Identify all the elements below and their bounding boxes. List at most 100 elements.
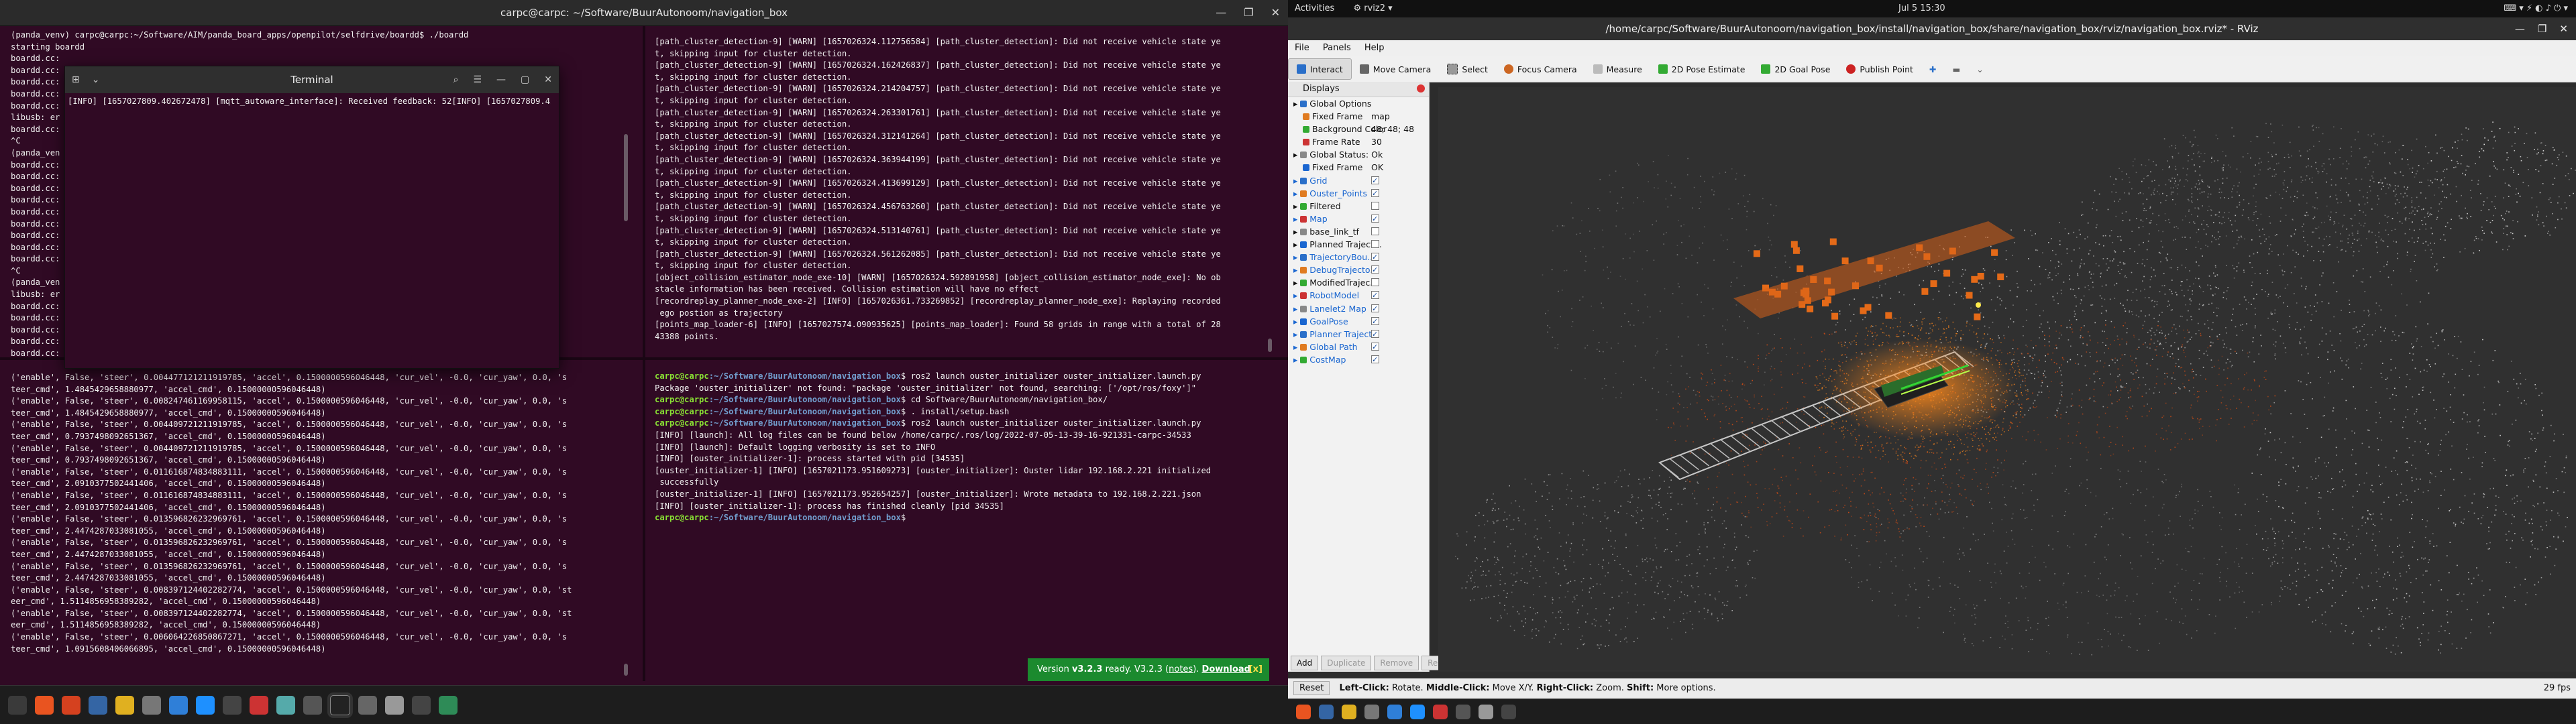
app-icon[interactable] — [1342, 704, 1356, 719]
expand-arrow-icon[interactable]: ▸ — [1293, 355, 1300, 365]
display-enable-checkbox[interactable] — [1371, 263, 1379, 276]
window-controls[interactable]: — ❐ ✕ — [2515, 17, 2568, 40]
display-item[interactable]: ▸ RobotModel — [1288, 289, 1429, 302]
app-icon[interactable] — [1296, 704, 1311, 719]
remove-button[interactable]: Remove — [1374, 656, 1419, 670]
display-item[interactable]: ▸ Global Status: Ok — [1288, 148, 1429, 161]
floating-terminal-output[interactable]: [INFO] [1657027809.402672478] [mqtt_auto… — [68, 96, 551, 364]
floating-terminal-window[interactable]: ⊞ ⌄ Terminal ⌕ ☰ — ▢ ✕ [INFO] [165702780… — [64, 66, 559, 369]
display-item[interactable]: ▸ TrajectoryBou... — [1288, 251, 1429, 263]
add-button[interactable]: Add — [1291, 656, 1319, 670]
display-item[interactable]: ▸ Global Path — [1288, 341, 1429, 353]
expand-arrow-icon[interactable]: ▸ — [1293, 239, 1300, 249]
expand-arrow-icon[interactable]: ▸ — [1293, 214, 1300, 224]
maximize-icon[interactable]: ❐ — [1244, 0, 1253, 25]
expand-arrow-icon[interactable]: ▸ — [1293, 176, 1300, 186]
display-enable-checkbox[interactable] — [1371, 278, 1379, 287]
app-icon[interactable] — [1410, 704, 1425, 719]
close-icon[interactable]: ✕ — [544, 66, 552, 93]
display-item[interactable]: Fixed Frame map — [1288, 110, 1429, 123]
app-icon[interactable] — [330, 695, 350, 715]
menu-icon[interactable]: ☰ — [473, 66, 482, 93]
close-icon[interactable]: ✕ — [1271, 0, 1280, 25]
expand-arrow-icon[interactable]: ▸ — [1293, 149, 1300, 160]
app-icon[interactable] — [385, 695, 404, 715]
display-enable-checkbox[interactable] — [1371, 187, 1379, 200]
display-item-value[interactable]: map — [1371, 110, 1390, 123]
expand-arrow-icon[interactable]: ▸ — [1293, 252, 1300, 262]
display-item[interactable]: ▸ Ouster_Points — [1288, 187, 1429, 200]
display-item-value[interactable]: 30 — [1371, 135, 1382, 148]
display-item[interactable]: ▸ Planned Traject... — [1288, 238, 1429, 251]
rviz-titlebar[interactable]: /home/carpc/Software/BuurAutonoom/naviga… — [1288, 17, 2576, 40]
scrollbar[interactable] — [624, 134, 628, 221]
display-enable-checkbox[interactable] — [1371, 251, 1379, 263]
display-item[interactable]: ▸ ModifiedTrajec... — [1288, 276, 1429, 289]
tool-measure[interactable]: Measure — [1585, 59, 1650, 79]
display-enable-checkbox[interactable] — [1371, 353, 1379, 366]
tool-interact[interactable]: Interact — [1288, 58, 1352, 80]
pane-divider-right[interactable] — [645, 357, 1288, 360]
app-icon[interactable] — [223, 695, 241, 715]
activities-button[interactable]: Activities — [1295, 3, 1334, 13]
close-panel-icon[interactable] — [1417, 84, 1425, 93]
menu-file[interactable]: File — [1295, 43, 1309, 53]
app-icon[interactable] — [62, 695, 80, 715]
terminal-window-titlebar[interactable]: carpc@carpc: ~/Software/BuurAutonoom/nav… — [0, 0, 1288, 26]
maximize-icon[interactable]: ▢ — [521, 66, 529, 93]
rviz-app-menu[interactable]: ⚙ rviz2 ▾ — [1353, 3, 1392, 13]
toast-close-button[interactable]: [x] — [1249, 658, 1263, 681]
display-enable-checkbox[interactable] — [1371, 341, 1379, 353]
expand-arrow-icon[interactable]: ▸ — [1293, 316, 1300, 326]
expand-arrow-icon[interactable]: ▸ — [1293, 265, 1300, 275]
app-icon[interactable] — [196, 695, 215, 715]
display-item[interactable]: Fixed Frame OK — [1288, 161, 1429, 174]
minimize-icon[interactable]: — — [1216, 0, 1226, 25]
tool-publish-point[interactable]: Publish Point — [1838, 59, 1921, 79]
tool-select[interactable]: Select — [1439, 59, 1496, 79]
reset-button[interactable]: Reset — [1293, 681, 1330, 695]
display-enable-checkbox[interactable] — [1371, 302, 1379, 315]
app-icon[interactable] — [250, 695, 268, 715]
tool-2d-pose-estimate[interactable]: 2D Pose Estimate — [1650, 59, 1754, 79]
expand-arrow-icon[interactable]: ▸ — [1293, 188, 1300, 198]
display-item[interactable]: ▸ base_link_tf — [1288, 225, 1429, 238]
display-item[interactable]: ▸ CostMap — [1288, 353, 1429, 366]
app-icon[interactable] — [1479, 704, 1493, 719]
display-item[interactable]: ▸ Planner Traject... — [1288, 328, 1429, 341]
display-item[interactable]: Frame Rate 30 — [1288, 135, 1429, 148]
app-icon[interactable] — [276, 695, 295, 715]
app-icon[interactable] — [303, 695, 322, 715]
scrollbar[interactable] — [1268, 339, 1272, 352]
tool-config[interactable]: ⌄ — [1968, 59, 1991, 79]
tool-remove[interactable]: ▬ — [1944, 59, 1968, 79]
minimize-icon[interactable]: — — [496, 66, 506, 93]
expand-arrow-icon[interactable]: ▸ — [1293, 329, 1300, 339]
app-icon[interactable] — [8, 695, 27, 715]
display-enable-checkbox[interactable] — [1371, 315, 1379, 328]
app-icon[interactable] — [89, 695, 107, 715]
app-icon[interactable] — [439, 695, 458, 715]
expand-arrow-icon[interactable]: ▸ — [1293, 227, 1300, 237]
display-enable-checkbox[interactable] — [1371, 227, 1379, 235]
app-icon[interactable] — [1319, 704, 1334, 719]
expand-arrow-icon[interactable]: ▸ — [1293, 99, 1300, 109]
toast-notes-link[interactable]: notes — [1169, 664, 1193, 674]
app-icon[interactable] — [35, 695, 54, 715]
display-item[interactable]: Background Color 48; 48; 48 — [1288, 123, 1429, 135]
menu-help[interactable]: Help — [1364, 43, 1385, 53]
app-icon[interactable] — [1501, 704, 1516, 719]
app-icon[interactable] — [142, 695, 161, 715]
chevron-down-icon[interactable]: ⌄ — [92, 66, 100, 93]
clock[interactable]: Jul 5 15:30 — [1898, 0, 1945, 17]
app-icon[interactable] — [412, 695, 431, 715]
app-icon[interactable] — [358, 695, 377, 715]
tool-add[interactable]: ✚ — [1921, 59, 1944, 79]
duplicate-button[interactable]: Duplicate — [1321, 656, 1372, 670]
new-tab-icon[interactable]: ⊞ — [72, 66, 80, 93]
display-enable-checkbox[interactable] — [1371, 201, 1379, 210]
app-icon[interactable] — [1456, 704, 1470, 719]
expand-arrow-icon[interactable]: ▸ — [1293, 304, 1300, 314]
display-item[interactable]: ▸ DebugTrajecto... — [1288, 263, 1429, 276]
display-enable-checkbox[interactable] — [1371, 213, 1379, 225]
